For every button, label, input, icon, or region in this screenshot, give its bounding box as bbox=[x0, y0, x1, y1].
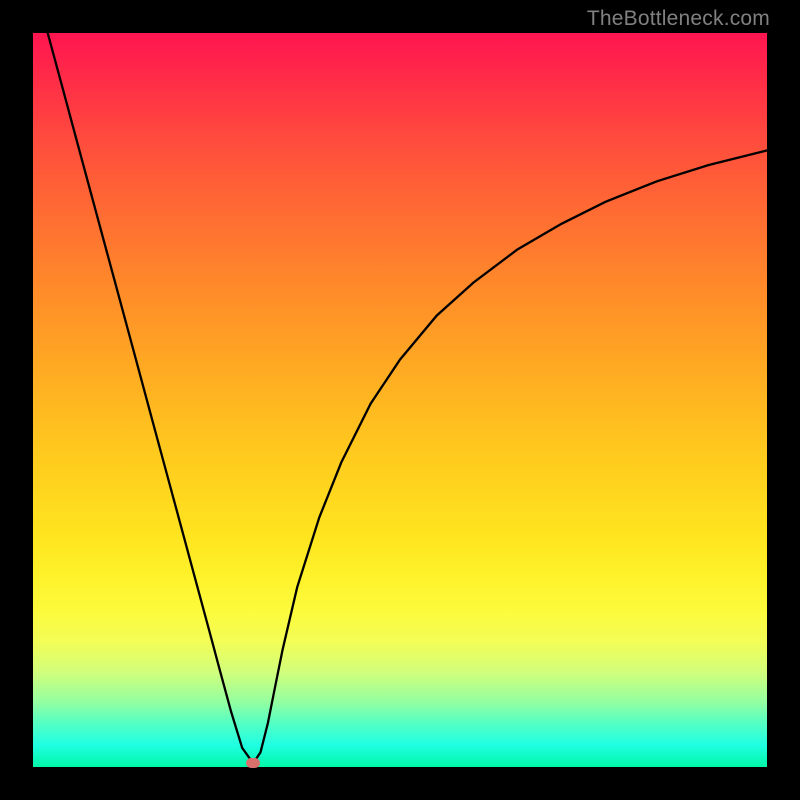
bottleneck-curve bbox=[48, 33, 767, 763]
watermark-text: TheBottleneck.com bbox=[587, 7, 770, 31]
plot-area bbox=[33, 33, 767, 767]
optimum-marker bbox=[246, 758, 260, 768]
chart-frame: TheBottleneck.com bbox=[0, 0, 800, 800]
curve-svg bbox=[33, 33, 767, 767]
